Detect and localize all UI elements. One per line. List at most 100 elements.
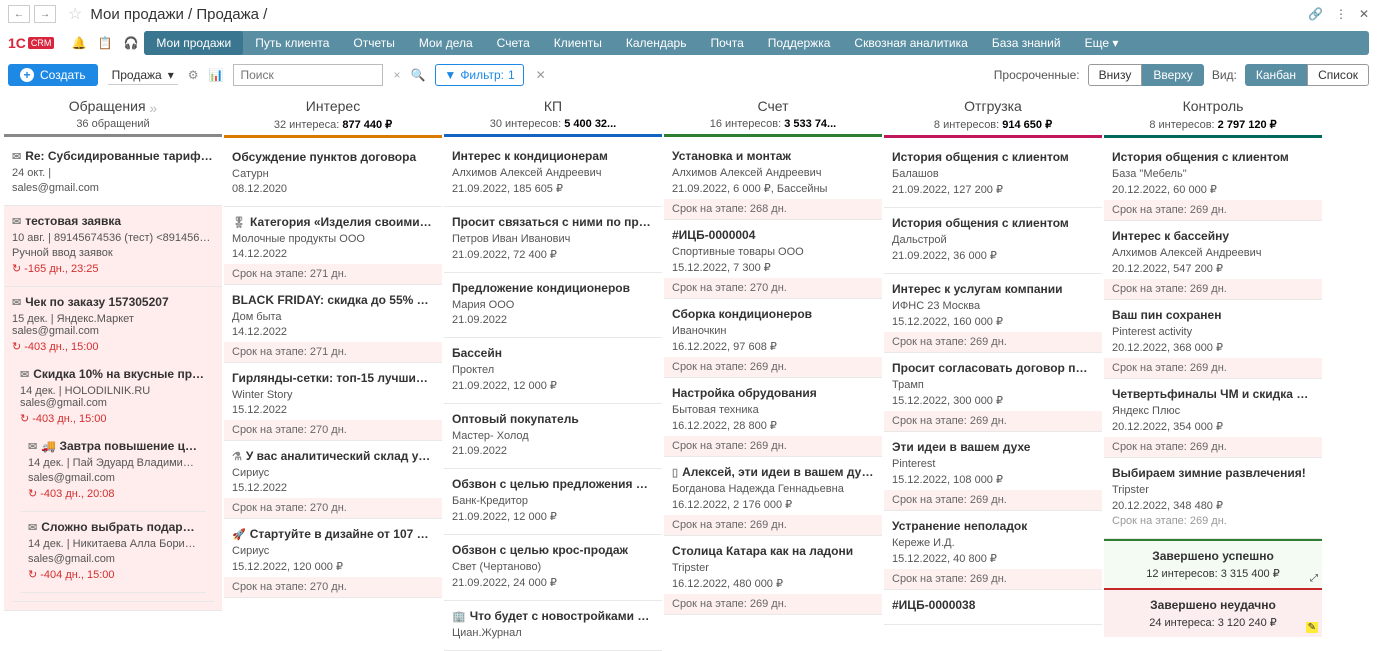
link-icon[interactable]: 🔗: [1308, 7, 1323, 21]
nav-back-button[interactable]: ←: [8, 5, 30, 23]
kanban-card[interactable]: История общения с клиентомБалашов21.09.2…: [884, 142, 1102, 208]
kebab-menu-icon[interactable]: ⋮: [1335, 7, 1347, 21]
kanban-card[interactable]: БассейнПроктел21.09.2022, 12 000 ₽: [444, 338, 662, 404]
kanban-card[interactable]: Просит связаться с ними по продаже к...П…: [444, 207, 662, 273]
stage-duration: Срок на этапе: 269 дн.: [884, 411, 1102, 431]
kanban-card[interactable]: Настройка обрудованияБытовая техника16.1…: [664, 378, 882, 457]
toggle-Вверху[interactable]: Вверху: [1142, 64, 1203, 86]
search-input[interactable]: [233, 64, 383, 86]
card-type-icon: ✉: [28, 441, 37, 453]
toggle-Канбан[interactable]: Канбан: [1245, 64, 1307, 86]
expand-icon[interactable]: ⤢: [1310, 573, 1318, 584]
clipboard-icon[interactable]: 📋: [95, 33, 115, 53]
menu-item-1[interactable]: Путь клиента: [243, 31, 341, 55]
menu-item-9[interactable]: Сквозная аналитика: [842, 31, 979, 55]
kanban-card[interactable]: Обзвон с целью предложения услугБанк-Кре…: [444, 469, 662, 535]
kanban-card[interactable]: Ваш пин сохраненPinterest activity20.12.…: [1104, 300, 1322, 379]
kanban-card[interactable]: Интерес к бассейнуАлхимов Алексей Андрее…: [1104, 221, 1322, 300]
stage-duration: Срок на этапе: 269 дн.: [884, 332, 1102, 352]
create-button[interactable]: + Создать: [8, 64, 98, 86]
kanban-card[interactable]: Обсуждение пунктов договораСатурн08.12.2…: [224, 142, 442, 207]
kanban-card[interactable]: Обзвон с целью крос-продажСвет (Чертанов…: [444, 535, 662, 601]
kanban-card[interactable]: Сборка кондиционеровИваночкин16.12.2022,…: [664, 299, 882, 378]
column-header: Контроль 8 интересов: 2 797 120 ₽: [1104, 92, 1322, 142]
menubar: 1C CRM 🔔 📋 🎧 Мои продажиПуть клиентаОтче…: [0, 28, 1377, 58]
menu-item-10[interactable]: База знаний: [980, 31, 1073, 55]
kanban-card[interactable]: История общения с клиентомДальстрой21.09…: [884, 208, 1102, 274]
kanban-card[interactable]: Установка и монтажАлхимов Алексей Андрее…: [664, 141, 882, 220]
note-icon[interactable]: ✎: [1306, 622, 1318, 633]
kanban-column: Интерес 32 интереса: 877 440 ₽ Обсуждени…: [224, 92, 442, 651]
menu-item-2[interactable]: Отчеты: [341, 31, 406, 55]
kanban-card[interactable]: Предложение кондиционеровМария ООО21.09.…: [444, 273, 662, 338]
kanban-card[interactable]: История общения с клиентомБаза "Мебель"2…: [1104, 142, 1322, 221]
stage-duration: Срок на этапе: 269 дн.: [664, 594, 882, 614]
kanban-card[interactable]: Оптовый покупательМастер- Холод21.09.202…: [444, 404, 662, 469]
menu-item-5[interactable]: Клиенты: [542, 31, 614, 55]
stage-duration: Срок на этапе: 269 дн.: [884, 490, 1102, 510]
filter-chip[interactable]: ▼ Фильтр: 1: [435, 64, 523, 86]
toolbar: + Создать Продажа ▾ ⚙ 📊 × 🔍 ▼ Фильтр: 1 …: [0, 58, 1377, 92]
kanban-card[interactable]: ▯Алексей, эти идеи в вашем духеБогданова…: [664, 457, 882, 536]
bell-icon[interactable]: 🔔: [69, 33, 89, 53]
kanban-card[interactable]: ✉Скидка 10% на вкусные продукты ...14 де…: [12, 359, 214, 602]
close-window-icon[interactable]: ✕: [1359, 7, 1369, 21]
nav-forward-button[interactable]: →: [34, 5, 56, 23]
card-type-icon: ✉: [12, 216, 21, 228]
kanban-card[interactable]: Интерес к кондиционерамАлхимов Алексей А…: [444, 141, 662, 207]
search-clear-icon[interactable]: ×: [393, 68, 400, 82]
card-type-icon: ✉: [28, 522, 37, 534]
kanban-card[interactable]: ✉тестовая заявка10 авг. | 89145674536 (т…: [4, 206, 222, 287]
kanban-card[interactable]: ✉Чек по заказу 15730520715 дек. | Яндекс…: [4, 287, 222, 611]
kanban-card[interactable]: Выбираем зимние развлечения!Tripster20.1…: [1104, 458, 1322, 539]
kanban-card[interactable]: Четвертьфиналы ЧМ и скидка в ЕдеЯндекс П…: [1104, 379, 1322, 458]
menu-item-6[interactable]: Календарь: [614, 31, 699, 55]
funnel-icon: ▼: [444, 68, 456, 82]
card-type-icon: ⚗: [232, 451, 242, 463]
filter-clear-icon[interactable]: ✕: [536, 68, 546, 82]
card-type-icon: 🚀: [232, 529, 246, 541]
column-footer-fail[interactable]: Завершено неудачно24 интереса: 3 120 240…: [1104, 588, 1322, 637]
menu-item-0[interactable]: Мои продажи: [144, 31, 243, 55]
kanban-card[interactable]: #ИЦБ-0000038: [884, 590, 1102, 625]
menu-item-11[interactable]: Еще ▾: [1073, 31, 1131, 55]
card-type-icon: ▯: [672, 467, 678, 479]
kanban-card[interactable]: Эти идеи в вашем духеPinterest15.12.2022…: [884, 432, 1102, 511]
favorite-star-icon[interactable]: ☆: [68, 4, 82, 24]
kanban-card[interactable]: #ИЦБ-0000004Спортивные товары ООО15.12.2…: [664, 220, 882, 299]
chevron-down-icon: ▾: [168, 68, 174, 82]
kanban-card[interactable]: 🚀Стартуйте в дизайне от 107 ₽ в деньСири…: [224, 519, 442, 598]
menu-item-3[interactable]: Мои дела: [407, 31, 485, 55]
kanban-card[interactable]: Интерес к услугам компанииИФНС 23 Москва…: [884, 274, 1102, 353]
search-icon[interactable]: 🔍: [410, 68, 425, 82]
stage-duration: Срок на этапе: 269 дн.: [1104, 200, 1322, 220]
toggle-Внизу[interactable]: Внизу: [1088, 64, 1143, 86]
kanban-card[interactable]: Столица Катара как на ладониTripster16.1…: [664, 536, 882, 615]
chart-icon[interactable]: 📊: [209, 68, 224, 82]
stage-duration: Срок на этапе: 271 дн.: [224, 342, 442, 362]
plus-icon: +: [20, 68, 34, 82]
menu-item-4[interactable]: Счета: [485, 31, 542, 55]
kanban-card[interactable]: ✉Сложно выбрать подарок? 🎁14 дек. | Ники…: [20, 512, 206, 593]
kanban-card[interactable]: ✉🚚 Завтра повышение цен!14 дек. | Пай Эд…: [20, 431, 206, 512]
kanban-card[interactable]: ⚗У вас аналитический склад ума?Сириус15.…: [224, 441, 442, 519]
headset-icon[interactable]: 🎧: [121, 33, 141, 53]
kanban-card[interactable]: ✉Re: Субсидированные тарифы на ...24 окт…: [4, 141, 222, 206]
gear-icon[interactable]: ⚙: [188, 68, 199, 82]
menu-item-8[interactable]: Поддержка: [756, 31, 843, 55]
toggle-Список[interactable]: Список: [1307, 64, 1369, 86]
stage-duration: Срок на этапе: 269 дн.: [1104, 358, 1322, 378]
kanban-card[interactable]: BLACK FRIDAY: скидка до 55% или уро...До…: [224, 285, 442, 363]
kanban-card[interactable]: 🎖Категория «Изделия своими руками...Моло…: [224, 207, 442, 285]
menu-item-7[interactable]: Почта: [698, 31, 755, 55]
entity-select[interactable]: Продажа ▾: [108, 66, 178, 85]
kanban-card[interactable]: Гирлянды-сетки: топ-15 лучших модел...Wi…: [224, 363, 442, 441]
main-menu: Мои продажиПуть клиентаОтчетыМои делаСче…: [144, 31, 1369, 55]
column-footer-success[interactable]: Завершено успешно12 интересов: 3 315 400…: [1104, 539, 1322, 588]
kanban-board: Обращения » 36 обращений ✉Re: Субсидиров…: [0, 92, 1377, 651]
kanban-card[interactable]: 🏢Что будет с новостройками в 2023-м?Циан…: [444, 601, 662, 651]
kanban-card[interactable]: Просит согласовать договор партнераТрамп…: [884, 353, 1102, 432]
kanban-card[interactable]: Устранение неполадокКереже И.Д.15.12.202…: [884, 511, 1102, 590]
card-type-icon: 🏢: [452, 611, 466, 623]
stage-duration: Срок на этапе: 270 дн.: [224, 498, 442, 518]
